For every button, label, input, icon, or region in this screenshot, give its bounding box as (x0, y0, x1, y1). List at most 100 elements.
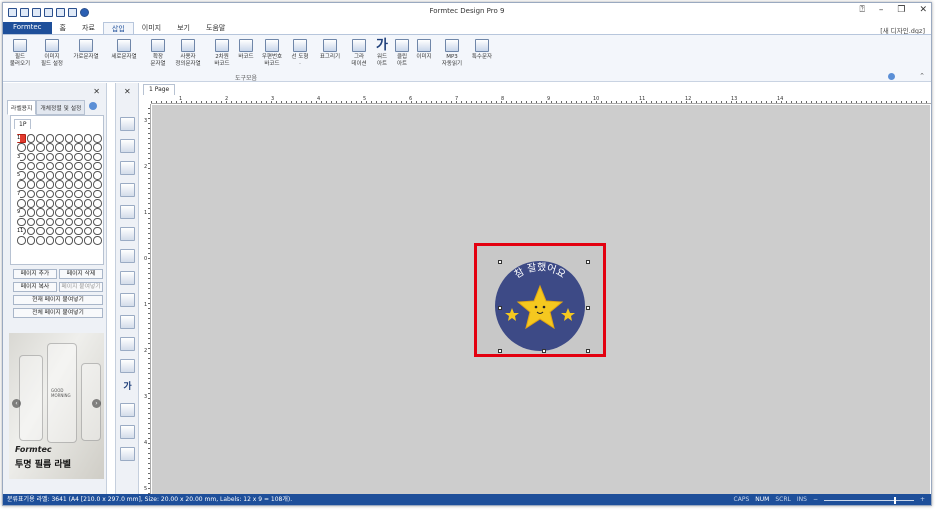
label-cell[interactable] (17, 217, 26, 227)
label-cell[interactable] (55, 143, 64, 152)
advertisement-banner[interactable]: GOOD MORNING ‹ › Formtec 투명 필름 라벨 (9, 333, 104, 479)
label-cell[interactable] (17, 143, 26, 152)
label-cell[interactable] (36, 143, 45, 152)
label-cell[interactable] (36, 208, 45, 217)
label-cell[interactable] (45, 180, 54, 189)
tool-table-icon[interactable] (120, 337, 135, 351)
label-cell[interactable] (26, 189, 35, 199)
ribbon-tab-1[interactable]: 홈 (52, 22, 74, 34)
label-cell[interactable] (36, 189, 45, 199)
label-cell[interactable] (55, 134, 64, 143)
label-cell[interactable] (45, 189, 54, 199)
label-cell[interactable] (93, 180, 102, 189)
label-cell[interactable] (45, 152, 54, 162)
ribbon-tab-4[interactable]: 이미지 (134, 22, 169, 34)
label-cell[interactable] (64, 236, 73, 245)
label-cell[interactable] (83, 171, 92, 180)
label-cell[interactable] (74, 226, 83, 236)
label-cell[interactable] (74, 208, 83, 217)
restore-button[interactable]: ❐ (897, 5, 905, 15)
label-cell[interactable] (74, 161, 83, 171)
label-cell[interactable] (17, 180, 26, 189)
label-cell[interactable] (83, 161, 92, 171)
label-cell[interactable] (55, 226, 64, 236)
label-cell[interactable] (55, 236, 64, 245)
label-cell[interactable] (64, 161, 73, 171)
label-cell[interactable] (36, 171, 45, 180)
design-canvas[interactable]: 참 잘했어요 (152, 105, 930, 495)
label-cell[interactable] (93, 171, 102, 180)
ad-prev-arrow-icon[interactable]: ‹ (12, 399, 21, 408)
tool-ext-text-icon[interactable] (120, 205, 135, 219)
label-cell[interactable] (55, 161, 64, 171)
label-cell[interactable] (64, 152, 73, 162)
resize-handle-w[interactable] (498, 306, 502, 310)
ribbon-button-3[interactable]: 세로문자열 (111, 39, 137, 61)
help-icon[interactable]: ⍰ (859, 5, 864, 15)
label-cell[interactable] (55, 208, 64, 217)
resize-handle-e[interactable] (586, 306, 590, 310)
label-cell[interactable] (26, 208, 35, 217)
tab-label-paper[interactable]: 라벨용지 (7, 100, 37, 115)
ribbon-tab-3[interactable]: 삽입 (102, 22, 134, 34)
label-cell[interactable] (64, 134, 73, 143)
ribbon-button-10[interactable]: 표그리기 (317, 39, 343, 61)
tool-h-text-icon[interactable] (120, 161, 135, 175)
ribbon-button-16[interactable]: 특수문자 (469, 39, 495, 61)
label-cell[interactable] (45, 208, 54, 217)
ribbon-button-8[interactable]: 우편번호 바코드 (259, 39, 285, 67)
label-cell[interactable] (26, 226, 35, 236)
label-cell[interactable] (26, 134, 35, 143)
label-cell[interactable] (45, 199, 54, 208)
tool-image-field-icon[interactable] (120, 139, 135, 153)
label-cell[interactable] (64, 199, 73, 208)
label-cell[interactable] (83, 143, 92, 152)
label-cell[interactable] (83, 180, 92, 189)
label-cell[interactable] (26, 152, 35, 162)
ribbon-button-1[interactable]: 이미지 필드 설정 (39, 39, 65, 67)
label-cell[interactable] (74, 236, 83, 245)
label-cell[interactable] (74, 134, 83, 143)
label-cell[interactable] (36, 217, 45, 227)
label-cell[interactable] (93, 226, 102, 236)
toolbox-close-icon[interactable]: ✕ (124, 87, 131, 96)
tool-barcode-icon[interactable] (120, 271, 135, 285)
tool-gradation-icon[interactable] (120, 359, 135, 373)
collapse-ribbon-icon[interactable]: ⌃ (919, 72, 925, 80)
label-cell[interactable] (64, 208, 73, 217)
label-cell[interactable] (83, 208, 92, 217)
minimize-button[interactable]: – (879, 5, 884, 15)
label-cell[interactable] (45, 143, 54, 152)
label-cell[interactable] (64, 189, 73, 199)
label-cell[interactable] (83, 134, 92, 143)
panel-settings-icon[interactable] (89, 102, 98, 110)
resize-handle-ne[interactable] (586, 260, 590, 264)
ribbon-tab-6[interactable]: 도움말 (198, 22, 233, 34)
label-cell[interactable] (64, 217, 73, 227)
label-cell[interactable] (26, 180, 35, 189)
label-cell[interactable] (93, 217, 102, 227)
label-cell[interactable] (26, 143, 35, 152)
add-page-button[interactable]: 페이지 추가 (13, 269, 57, 279)
label-cell[interactable] (36, 199, 45, 208)
tab-object-align[interactable]: 개체정렬 및 설정 (36, 100, 86, 115)
label-cell[interactable] (83, 199, 92, 208)
label-cell[interactable] (74, 217, 83, 227)
tool-custom-text-icon[interactable] (120, 227, 135, 241)
label-cell[interactable] (93, 152, 102, 162)
zoom-out-button[interactable]: − (813, 494, 818, 505)
tool-field-load-icon[interactable] (120, 117, 135, 131)
label-cell[interactable] (93, 143, 102, 152)
ribbon-button-15[interactable]: MP3 자동읽기 (439, 39, 465, 67)
label-cell[interactable] (45, 236, 54, 245)
label-cell[interactable] (36, 226, 45, 236)
label-cell[interactable] (93, 161, 102, 171)
ribbon-button-2[interactable]: 가로문자열 (73, 39, 99, 61)
label-cell[interactable] (36, 180, 45, 189)
label-cell[interactable] (26, 236, 35, 245)
ribbon-button-9[interactable]: 선 도형 · (287, 39, 313, 67)
tool-clipart-icon[interactable] (120, 403, 135, 417)
label-cell[interactable] (74, 152, 83, 162)
paste-current-page-button[interactable]: 현재 페이지 붙여넣기 (13, 295, 103, 305)
tool-shape-icon[interactable] (120, 315, 135, 329)
